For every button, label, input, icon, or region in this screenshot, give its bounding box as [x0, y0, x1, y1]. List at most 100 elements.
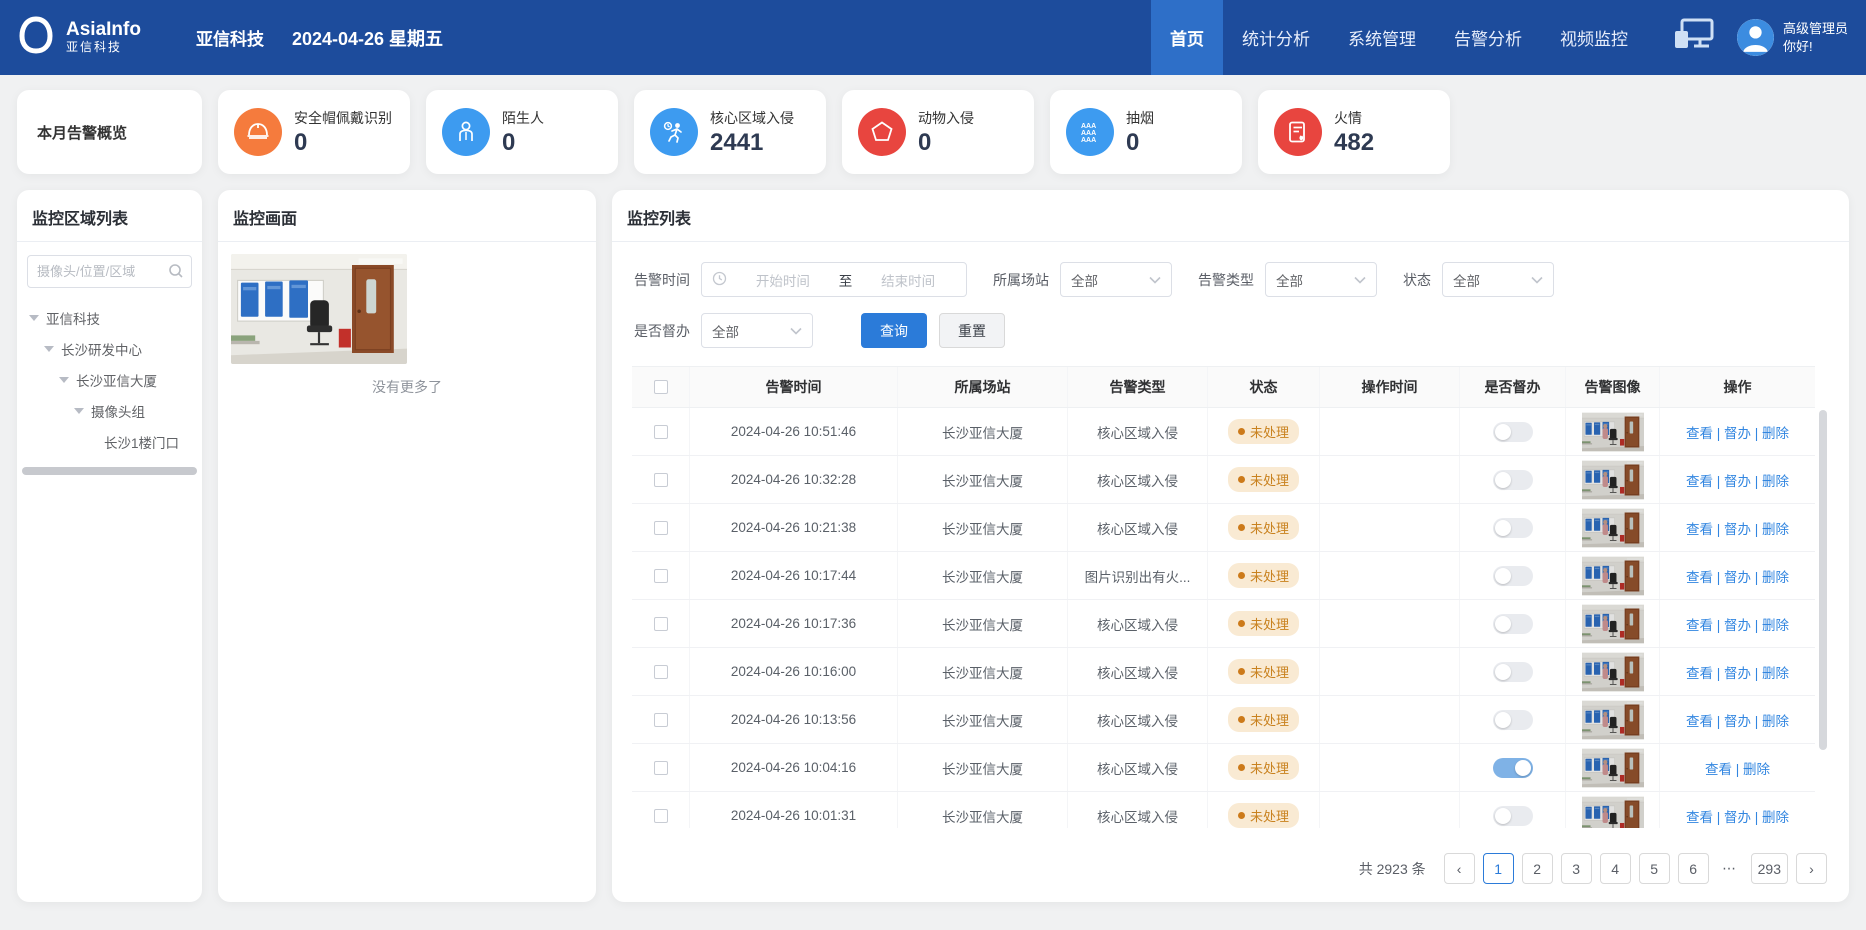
row-action-links[interactable]: 查看 | 督办 | 删除 [1686, 566, 1789, 586]
tree-node-4[interactable]: 长沙1楼门口 [17, 426, 202, 457]
monitor-wall-icon[interactable] [1673, 18, 1715, 57]
tree-node-2[interactable]: 长沙亚信大厦 [17, 364, 202, 395]
stat-card-text: 火情482 [1334, 108, 1374, 157]
table-row: 2024-04-26 10:17:36长沙亚信大厦核心区域入侵未处理查看 | 督… [632, 600, 1815, 648]
alarm-snapshot-thumbnail[interactable] [1582, 604, 1644, 644]
toggle-knob [1495, 424, 1511, 440]
cell-alarm-time: 2024-04-26 10:16:00 [690, 648, 898, 695]
select-all-checkbox[interactable] [654, 380, 668, 394]
nav-item-1[interactable]: 统计分析 [1223, 0, 1329, 75]
prev-page-button[interactable]: ‹ [1444, 853, 1475, 884]
row-action-links[interactable]: 查看 | 督办 | 删除 [1686, 710, 1789, 730]
nav-item-3[interactable]: 告警分析 [1435, 0, 1541, 75]
site-select[interactable]: 全部 [1060, 262, 1172, 297]
row-action-links[interactable]: 查看 | 督办 | 删除 [1686, 662, 1789, 682]
caret-down-icon[interactable] [59, 377, 69, 383]
supervise-toggle[interactable] [1493, 662, 1533, 682]
cell-status: 未处理 [1208, 792, 1320, 828]
tree-node-label: 长沙亚信大厦 [76, 370, 157, 390]
row-checkbox[interactable] [654, 809, 668, 823]
next-page-button[interactable]: › [1796, 853, 1827, 884]
user-avatar[interactable] [1737, 19, 1774, 56]
supervise-select[interactable]: 全部 [701, 313, 813, 348]
search-button[interactable]: 查询 [861, 313, 927, 348]
row-checkbox[interactable] [654, 665, 668, 679]
supervise-toggle[interactable] [1493, 710, 1533, 730]
cell-checkbox [632, 600, 690, 647]
nav-item-0[interactable]: 首页 [1151, 0, 1223, 75]
page-button-2[interactable]: 2 [1522, 853, 1553, 884]
last-page-button[interactable]: 293 [1751, 853, 1788, 884]
row-action-links[interactable]: 查看 | 删除 [1705, 758, 1770, 778]
tree-node-0[interactable]: 亚信科技 [17, 302, 202, 333]
tree-node-1[interactable]: 长沙研发中心 [17, 333, 202, 364]
row-checkbox[interactable] [654, 617, 668, 631]
cell-status: 未处理 [1208, 408, 1320, 455]
alarm-snapshot-thumbnail[interactable] [1582, 508, 1644, 548]
brand-name: AsiaInfo [66, 20, 141, 41]
alarm-time-range-input[interactable]: 开始时间 至 结束时间 [701, 262, 967, 297]
row-checkbox[interactable] [654, 761, 668, 775]
supervise-toggle[interactable] [1493, 470, 1533, 490]
alarm-snapshot-thumbnail[interactable] [1582, 700, 1644, 740]
supervise-toggle[interactable] [1493, 566, 1533, 586]
stat-card-label: 陌生人 [502, 108, 544, 128]
page-button-5[interactable]: 5 [1639, 853, 1670, 884]
tree-node-label: 亚信科技 [46, 308, 100, 328]
stat-card-4: AAAAAAAAA抽烟0 [1050, 90, 1242, 174]
page-button-1[interactable]: 1 [1483, 853, 1514, 884]
stat-card-value: 0 [918, 129, 974, 157]
site-select-value: 全部 [1071, 270, 1098, 290]
supervise-toggle[interactable] [1493, 518, 1533, 538]
page-button-4[interactable]: 4 [1600, 853, 1631, 884]
alarm-snapshot-thumbnail[interactable] [1582, 652, 1644, 692]
supervise-toggle[interactable] [1493, 758, 1533, 778]
search-icon[interactable] [168, 263, 184, 284]
status-dot-icon [1238, 620, 1245, 627]
alarm-snapshot-thumbnail[interactable] [1582, 748, 1644, 788]
cell-status: 未处理 [1208, 600, 1320, 647]
tree-node-3[interactable]: 摄像头组 [17, 395, 202, 426]
tree-node-label: 摄像头组 [91, 401, 145, 421]
reset-button[interactable]: 重置 [939, 313, 1005, 348]
camera-snapshot-thumbnail[interactable] [231, 254, 407, 364]
alarm-snapshot-thumbnail[interactable] [1582, 412, 1644, 452]
cell-supervise [1460, 744, 1566, 791]
caret-down-icon[interactable] [29, 315, 39, 321]
alarm-snapshot-thumbnail[interactable] [1582, 796, 1644, 829]
alarm-snapshot-thumbnail[interactable] [1582, 460, 1644, 500]
caret-down-icon[interactable] [44, 346, 54, 352]
nav-item-4[interactable]: 视频监控 [1541, 0, 1647, 75]
nav-item-2[interactable]: 系统管理 [1329, 0, 1435, 75]
row-checkbox[interactable] [654, 521, 668, 535]
cell-op-time [1320, 600, 1460, 647]
page-button-3[interactable]: 3 [1561, 853, 1592, 884]
cell-supervise [1460, 648, 1566, 695]
cell-actions: 查看 | 督办 | 删除 [1660, 552, 1815, 599]
table-vertical-scrollbar[interactable] [1819, 410, 1827, 750]
row-action-links[interactable]: 查看 | 督办 | 删除 [1686, 518, 1789, 538]
start-time-placeholder: 开始时间 [735, 270, 831, 290]
row-action-links[interactable]: 查看 | 督办 | 删除 [1686, 470, 1789, 490]
caret-down-icon[interactable] [74, 408, 84, 414]
supervise-toggle[interactable] [1493, 614, 1533, 634]
filter-bar: 告警时间 开始时间 至 结束时间 所属场站 全部 [612, 242, 1849, 348]
status-badge: 未处理 [1228, 803, 1299, 828]
row-checkbox[interactable] [654, 713, 668, 727]
row-action-links[interactable]: 查看 | 督办 | 删除 [1686, 806, 1789, 826]
supervise-toggle[interactable] [1493, 422, 1533, 442]
row-action-links[interactable]: 查看 | 督办 | 删除 [1686, 422, 1789, 442]
tree-horizontal-scrollbar[interactable] [22, 467, 197, 475]
row-checkbox[interactable] [654, 473, 668, 487]
row-checkbox[interactable] [654, 425, 668, 439]
supervise-toggle[interactable] [1493, 806, 1533, 826]
status-select[interactable]: 全部 [1442, 262, 1554, 297]
row-action-links[interactable]: 查看 | 督办 | 删除 [1686, 614, 1789, 634]
alarm-type-select[interactable]: 全部 [1265, 262, 1377, 297]
col-header-op-time: 操作时间 [1320, 367, 1460, 407]
cell-checkbox [632, 408, 690, 455]
stat-card-1: 陌生人0 [426, 90, 618, 174]
alarm-snapshot-thumbnail[interactable] [1582, 556, 1644, 596]
row-checkbox[interactable] [654, 569, 668, 583]
page-button-6[interactable]: 6 [1678, 853, 1709, 884]
